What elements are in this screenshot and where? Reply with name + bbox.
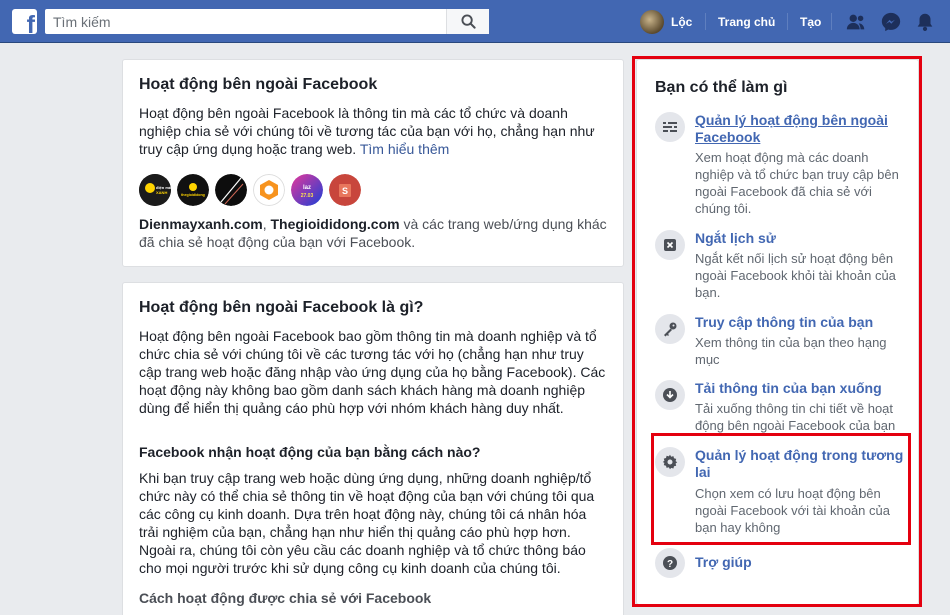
action-description: Ngắt kết nối lịch sử hoạt động bên ngoài… <box>695 251 896 300</box>
section-heading: Facebook nhận hoạt động của bạn bằng các… <box>139 444 481 460</box>
hexagon-app-logo[interactable] <box>253 174 285 206</box>
svg-text:?: ? <box>667 559 673 570</box>
divider <box>787 13 788 30</box>
action-help[interactable]: ? Trợ giúp <box>655 548 913 580</box>
off-facebook-summary-card: Hoạt động bên ngoài Facebook Hoạt động b… <box>122 59 624 267</box>
section-heading: Cách hoạt động được chia sẻ với Facebook <box>139 590 432 606</box>
svg-text:27.03: 27.03 <box>301 193 314 199</box>
action-title[interactable]: Quản lý hoạt động bên ngoài Facebook <box>695 112 905 146</box>
download-icon <box>655 380 685 410</box>
dark-app-logo[interactable] <box>215 174 247 206</box>
divider <box>705 13 706 30</box>
site-name: Thegioididong.com <box>270 216 400 232</box>
facebook-logo-icon[interactable]: f <box>12 9 37 34</box>
action-title[interactable]: Quản lý hoạt động trong tương lai <box>695 447 905 481</box>
action-access-info[interactable]: Truy cập thông tin của bạn Xem thông tin… <box>655 314 913 369</box>
action-manage-activity[interactable]: Quản lý hoạt động bên ngoài Facebook Xem… <box>655 112 913 222</box>
help-icon: ? <box>655 548 685 578</box>
friend-requests-icon[interactable] <box>845 11 867 33</box>
thegioididong-logo[interactable]: thegioididong <box>177 174 209 206</box>
user-name: Lộc <box>671 15 693 29</box>
search-input[interactable] <box>45 9 489 34</box>
app-logo-list: điện máyXANH thegioididong laz 27.03 S <box>139 174 361 206</box>
panel-title: Bạn có thể làm gì <box>655 79 788 96</box>
card-title: Hoạt động bên ngoài Facebook <box>139 76 378 93</box>
home-link[interactable]: Trang chủ <box>718 15 775 29</box>
notifications-icon[interactable] <box>914 11 936 33</box>
lazada-logo[interactable]: laz 27.03 <box>291 174 323 206</box>
shop-app-logo[interactable]: S <box>329 174 361 206</box>
action-title[interactable]: Tải thông tin của bạn xuống <box>695 380 905 397</box>
action-download-info[interactable]: Tải thông tin của bạn xuống Tải xuống th… <box>655 380 913 440</box>
action-description: Chọn xem có lưu hoạt động bên ngoài Face… <box>695 486 890 535</box>
top-navigation-bar: f Lộc Trang chủ Tạo <box>0 0 950 43</box>
gear-icon <box>655 447 685 477</box>
svg-text:laz: laz <box>303 185 311 191</box>
sites-summary: Dienmayxanh.com, Thegioididong.com và cá… <box>139 215 614 251</box>
action-description: Xem hoạt động mà các doanh nghiệp và tổ … <box>695 150 899 216</box>
svg-text:thegioididong: thegioididong <box>181 193 205 197</box>
site-name: Dienmayxanh.com <box>139 216 263 232</box>
profile-link[interactable]: Lộc <box>640 10 692 34</box>
action-description: Xem thông tin của bạn theo hạng mục <box>695 335 887 367</box>
action-manage-future-activity[interactable]: Quản lý hoạt động trong tương lai Chọn x… <box>655 447 913 537</box>
paragraph: Khi bạn truy cập trang web hoặc dùng ứng… <box>139 470 595 576</box>
what-is-off-facebook-card: Hoạt động bên ngoài Facebook là gì? Hoạt… <box>122 282 624 615</box>
search-icon <box>460 14 476 29</box>
messenger-icon[interactable] <box>880 11 902 33</box>
action-title[interactable]: Ngắt lịch sử <box>695 230 905 247</box>
actions-panel: Bạn có thể làm gì Quản lý hoạt động bên … <box>636 59 919 605</box>
divider <box>831 13 832 30</box>
action-title[interactable]: Truy cập thông tin của bạn <box>695 314 905 331</box>
dienmayxanh-logo[interactable]: điện máyXANH <box>139 174 171 206</box>
svg-text:S: S <box>342 186 348 196</box>
learn-more-link[interactable]: Tìm hiểu thêm <box>360 141 449 157</box>
manage-activity-icon <box>655 112 685 142</box>
card-description: Hoạt động bên ngoài Facebook là thông ti… <box>139 104 609 158</box>
action-title[interactable]: Trợ giúp <box>695 554 905 571</box>
search-button[interactable] <box>446 9 489 34</box>
avatar <box>640 10 664 34</box>
create-link[interactable]: Tạo <box>800 15 821 29</box>
paragraph: Hoạt động bên ngoài Facebook bao gồm thô… <box>139 328 606 416</box>
svg-text:XANH: XANH <box>156 190 167 195</box>
key-icon <box>655 314 685 344</box>
card-title: Hoạt động bên ngoài Facebook là gì? <box>139 299 424 316</box>
separator-text: , <box>262 216 271 232</box>
action-description: Tải xuống thông tin chi tiết về hoạt độn… <box>695 401 896 433</box>
clear-history-icon <box>655 230 685 260</box>
action-clear-history[interactable]: Ngắt lịch sử Ngắt kết nối lịch sử hoạt đ… <box>655 230 913 305</box>
